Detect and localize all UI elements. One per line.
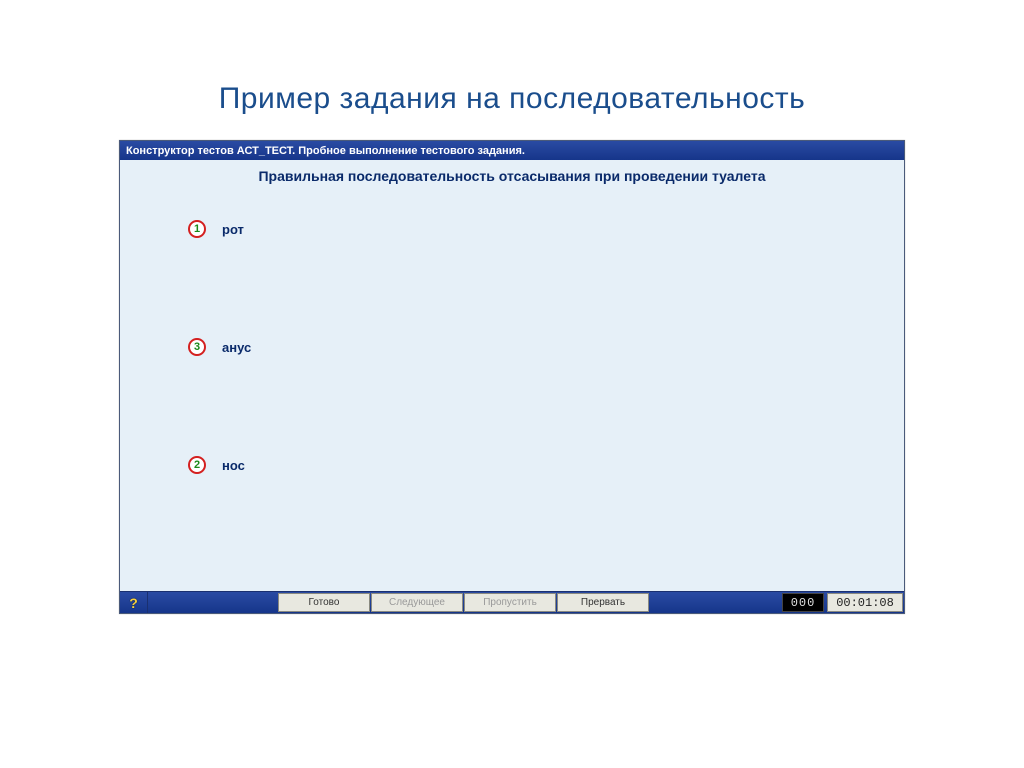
status-bar: ? Готово Следующее Пропустить Прервать 0… <box>120 591 904 613</box>
answer-item[interactable]: 3 анус <box>188 338 251 356</box>
skip-button[interactable]: Пропустить <box>464 593 556 612</box>
ready-button[interactable]: Готово <box>278 593 370 612</box>
answer-item[interactable]: 2 нос <box>188 456 245 474</box>
status-right: 000 00:01:08 <box>779 592 904 613</box>
sequence-number-badge[interactable]: 1 <box>188 220 206 238</box>
answer-label: анус <box>222 340 251 355</box>
slide-heading: Пример задания на последовательность <box>0 0 1024 140</box>
window-title: Конструктор тестов АСТ_ТЕСТ. Пробное вып… <box>126 145 525 157</box>
timer-display: 00:01:08 <box>827 593 903 612</box>
counter-display: 000 <box>782 593 824 612</box>
abort-button[interactable]: Прервать <box>557 593 649 612</box>
answer-label: рот <box>222 222 244 237</box>
help-icon: ? <box>127 595 141 611</box>
content-area: Правильная последовательность отсасывани… <box>120 160 904 591</box>
answer-item[interactable]: 1 рот <box>188 220 244 238</box>
question-text: Правильная последовательность отсасывани… <box>120 168 904 194</box>
sequence-number-badge[interactable]: 3 <box>188 338 206 356</box>
sequence-number-badge[interactable]: 2 <box>188 456 206 474</box>
toolbar-buttons: Готово Следующее Пропустить Прервать <box>148 592 779 613</box>
window-titlebar: Конструктор тестов АСТ_ТЕСТ. Пробное вып… <box>120 141 904 160</box>
help-button[interactable]: ? <box>120 592 148 613</box>
next-button[interactable]: Следующее <box>371 593 463 612</box>
app-window: Конструктор тестов АСТ_ТЕСТ. Пробное вып… <box>119 140 905 614</box>
answer-label: нос <box>222 458 245 473</box>
